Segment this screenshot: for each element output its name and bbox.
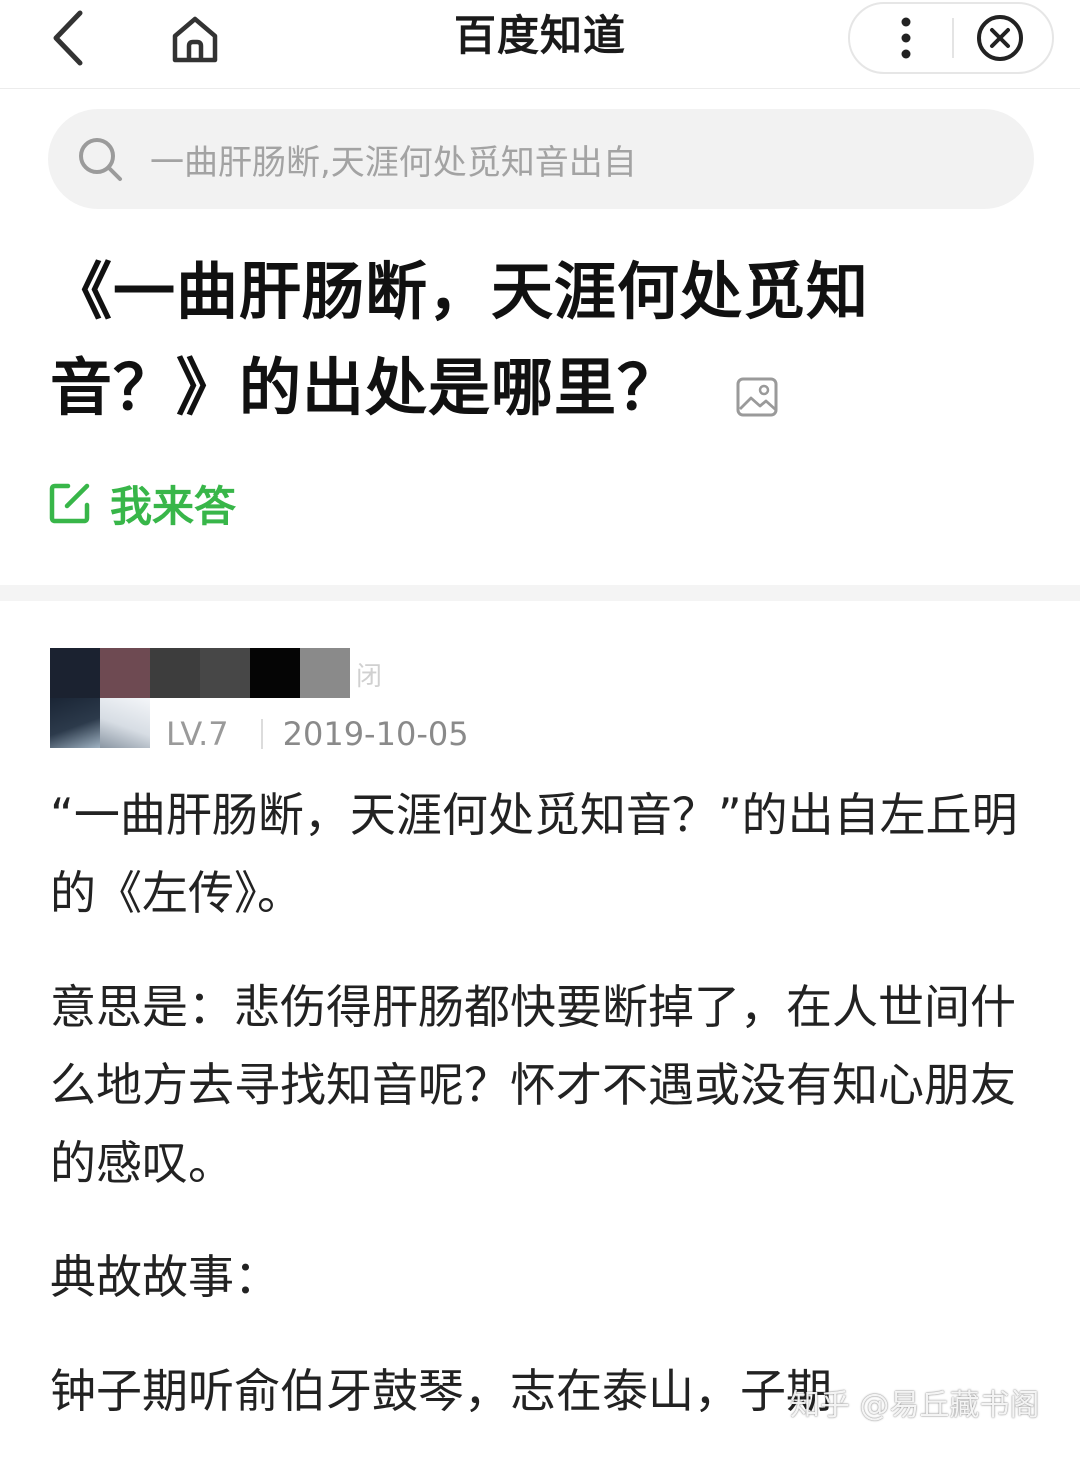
chevron-left-icon [53,10,83,66]
user-level: LV.7 [166,715,229,753]
image-icon[interactable] [736,377,778,417]
answer-content: “一曲肝肠断，天涯何处觅知音？”的出自左丘明的《左传》。 意思是：悲伤得肝肠都快… [50,776,1040,1466]
close-button[interactable] [968,8,1032,68]
section-divider [0,585,1080,601]
watermark: 知乎 @易丘藏书阁 [790,1388,1040,1423]
answer-question-button[interactable]: 我来答 [48,470,236,536]
username-mosaic[interactable] [150,648,350,698]
meta-divider [260,719,263,749]
more-button[interactable] [874,8,938,68]
answer-meta: LV.7 2019-10-05 [166,712,469,756]
more-vertical-icon [901,17,911,59]
answer-paragraph: “一曲肝肠断，天涯何处觅知音？”的出自左丘明的《左传》。 [50,788,1018,920]
capsule-divider [952,18,954,58]
search-placeholder: 一曲肝肠断,天涯何处觅知音出自 [150,142,637,183]
answer-date: 2019-10-05 [282,715,469,753]
question-title: 《一曲肝肠断，天涯何处觅知音？》的出处是哪里？ [50,255,870,424]
back-button[interactable] [38,6,98,70]
close-circle-icon [977,15,1023,61]
app-title: 百度知道 [453,11,626,60]
home-button[interactable] [164,10,226,68]
mini-program-capsule [848,2,1054,74]
edit-icon [49,483,90,524]
answer-button-label: 我来答 [110,481,237,531]
home-icon [172,16,218,63]
search-input[interactable]: 一曲肝肠断,天涯何处觅知音出自 [48,109,1034,209]
avatar[interactable] [50,648,150,748]
search-icon [79,138,122,181]
answer-paragraph: 意思是：悲伤得肝肠都快要断掉了，在人世间什么地方去寻找知音呢？怀才不遇或没有知心… [50,980,1016,1190]
top-navigation-bar: 百度知道 [0,0,1080,89]
username-tail: 闭 [356,662,383,692]
answer-paragraph: 典故故事： [50,1250,280,1304]
